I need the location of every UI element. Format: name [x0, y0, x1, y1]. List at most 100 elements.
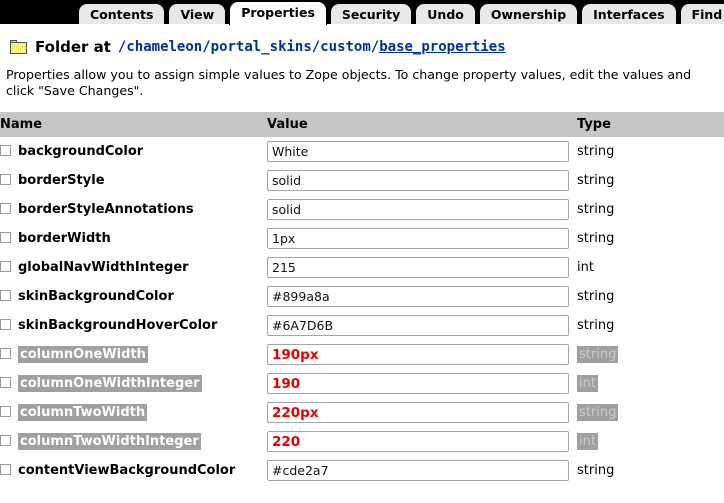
- property-name-cell: backgroundColor: [0, 137, 267, 166]
- row-checkbox[interactable]: [0, 261, 11, 272]
- property-name-cell: columnOneWidthInteger: [0, 369, 267, 398]
- property-name-label: globalNavWidthInteger: [18, 260, 189, 275]
- property-name-cell: columnTwoWidthInteger: [0, 427, 267, 456]
- property-value-input[interactable]: [267, 199, 569, 220]
- property-value-input[interactable]: [267, 257, 569, 278]
- breadcrumb-link-base-properties[interactable]: base_properties: [379, 39, 505, 55]
- tab-view[interactable]: View: [168, 3, 227, 24]
- table-row: borderStyle string: [0, 166, 724, 195]
- property-name-label: columnTwoWidth: [18, 404, 148, 421]
- property-value-input[interactable]: [267, 344, 569, 365]
- column-header-type-label: Type: [577, 117, 611, 132]
- property-value-cell: [267, 427, 577, 456]
- property-type-label: string: [577, 144, 615, 159]
- table-row: columnOneWidth string: [0, 340, 724, 369]
- property-value-input[interactable]: [267, 315, 569, 336]
- row-checkbox[interactable]: [0, 377, 11, 388]
- property-value-input[interactable]: [267, 286, 569, 307]
- tab-properties[interactable]: Properties: [229, 1, 327, 25]
- table-row: skinBackgroundColor string: [0, 282, 724, 311]
- property-name-label: backgroundColor: [18, 144, 144, 159]
- folder-icon: [10, 40, 27, 54]
- property-value-input[interactable]: [267, 170, 569, 191]
- property-name-label: columnOneWidth: [18, 346, 148, 363]
- row-checkbox[interactable]: [0, 435, 11, 446]
- property-value-input[interactable]: [267, 460, 569, 481]
- table-row: columnTwoWidth string: [0, 398, 724, 427]
- breadcrumb: /chameleon/portal_skins/custom/base_prop…: [118, 39, 506, 55]
- tab-find[interactable]: Find: [679, 3, 724, 24]
- property-value-input[interactable]: [267, 373, 569, 394]
- property-value-cell: [267, 398, 577, 427]
- row-checkbox[interactable]: [0, 290, 11, 301]
- row-checkbox[interactable]: [0, 174, 11, 185]
- page-title-label: Folder at: [35, 38, 111, 56]
- property-name-cell: skinBackgroundColor: [0, 282, 267, 311]
- property-type-label: string: [577, 231, 615, 246]
- property-type-cell: string: [577, 340, 724, 369]
- table-row: columnTwoWidthInteger int: [0, 427, 724, 456]
- tab-bar-spacer: [0, 0, 78, 24]
- property-type-label: string: [577, 404, 619, 421]
- property-value-input[interactable]: [267, 228, 569, 249]
- table-header-row: Name Value Type: [0, 112, 724, 137]
- row-checkbox[interactable]: [0, 348, 11, 359]
- property-type-cell: string: [577, 282, 724, 311]
- tab-bar: Contents View Properties Security Undo Owners…: [0, 0, 724, 25]
- property-type-cell: string: [577, 195, 724, 224]
- property-type-label: int: [577, 433, 598, 450]
- row-checkbox[interactable]: [0, 232, 11, 243]
- property-name-cell: globalNavWidthInteger: [0, 253, 267, 282]
- property-value-cell: [267, 369, 577, 398]
- property-type-label: int: [577, 375, 598, 392]
- column-header-type: Type: [577, 112, 724, 137]
- table-row: borderStyleAnnotations string: [0, 195, 724, 224]
- property-name-cell: columnTwoWidth: [0, 398, 267, 427]
- property-type-label: string: [577, 202, 615, 217]
- property-value-cell: [267, 224, 577, 253]
- property-name-label: columnOneWidthInteger: [18, 375, 202, 392]
- tab-ownership[interactable]: Ownership: [478, 3, 579, 24]
- tab-contents[interactable]: Contents: [78, 3, 166, 24]
- row-checkbox[interactable]: [0, 145, 11, 156]
- properties-table-body: backgroundColorstringborderStylestringbo…: [0, 137, 724, 485]
- row-checkbox[interactable]: [0, 319, 11, 330]
- property-name-label: borderStyle: [18, 173, 105, 188]
- tab-undo[interactable]: Undo: [415, 3, 476, 24]
- property-name-cell: columnOneWidth: [0, 340, 267, 369]
- properties-table: Name Value Type backgroundColorstringbor…: [0, 112, 724, 485]
- tab-interfaces[interactable]: Interfaces: [581, 3, 677, 24]
- property-value-cell: [267, 166, 577, 195]
- property-type-label: string: [577, 346, 619, 363]
- row-checkbox[interactable]: [0, 464, 11, 475]
- property-name-label: contentViewBackgroundColor: [18, 463, 236, 478]
- property-value-cell: [267, 311, 577, 340]
- property-type-label: int: [577, 260, 594, 275]
- property-name-label: borderStyleAnnotations: [18, 202, 194, 217]
- property-value-input[interactable]: [267, 402, 569, 423]
- tab-security[interactable]: Security: [329, 3, 413, 24]
- property-type-label: string: [577, 289, 615, 304]
- property-name-cell: contentViewBackgroundColor: [0, 456, 267, 485]
- property-value-cell: [267, 456, 577, 485]
- row-checkbox[interactable]: [0, 406, 11, 417]
- property-type-label: string: [577, 173, 615, 188]
- column-header-name: Name: [0, 112, 267, 137]
- property-name-label: columnTwoWidthInteger: [18, 433, 201, 450]
- property-value-cell: [267, 195, 577, 224]
- property-name-cell: borderStyleAnnotations: [0, 195, 267, 224]
- property-value-cell: [267, 282, 577, 311]
- property-type-cell: string: [577, 224, 724, 253]
- property-value-input[interactable]: [267, 141, 569, 162]
- property-type-label: string: [577, 318, 615, 333]
- property-name-cell: borderWidth: [0, 224, 267, 253]
- property-type-cell: string: [577, 311, 724, 340]
- row-checkbox[interactable]: [0, 203, 11, 214]
- table-row: skinBackgroundHoverColor string: [0, 311, 724, 340]
- table-row: backgroundColor string: [0, 137, 724, 166]
- property-value-input[interactable]: [267, 431, 569, 452]
- property-type-cell: string: [577, 137, 724, 166]
- property-type-cell: string: [577, 398, 724, 427]
- column-header-value: Value: [267, 112, 577, 137]
- page-description: Properties allow you to assign simple va…: [6, 67, 692, 98]
